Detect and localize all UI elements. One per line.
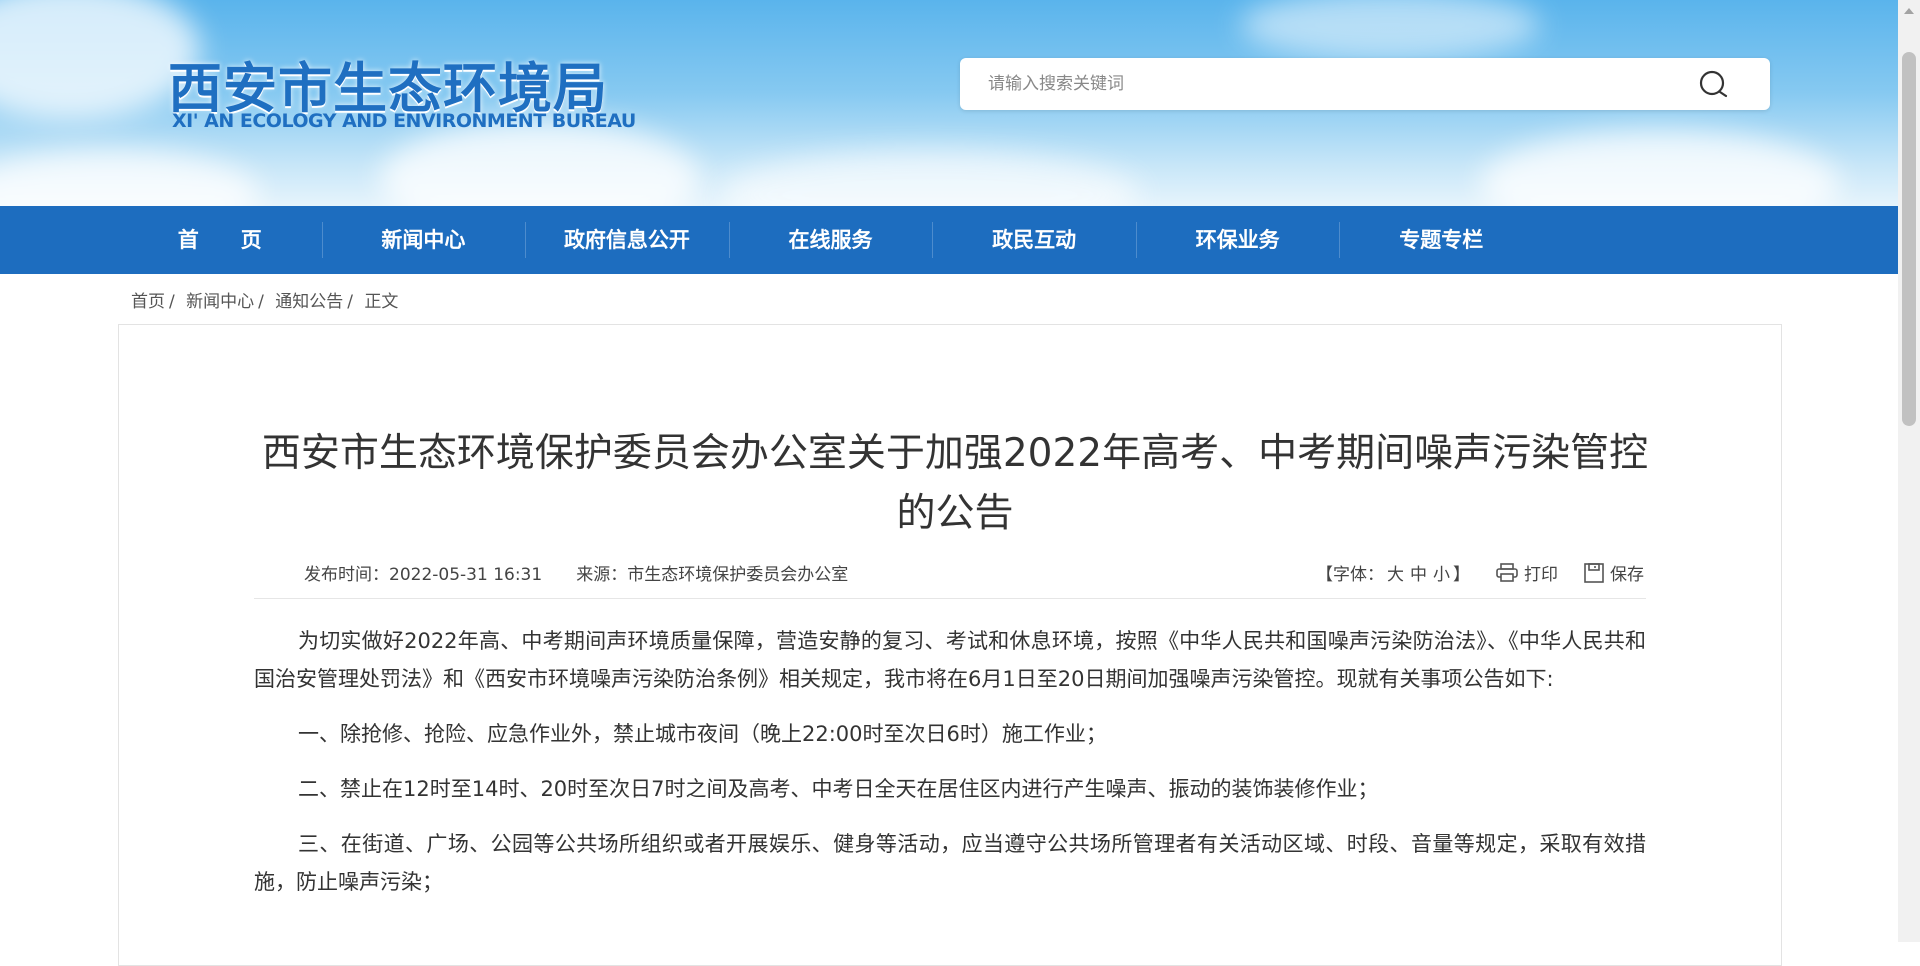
breadcrumb-current: 正文 xyxy=(364,292,399,312)
cloud-decoration xyxy=(380,120,700,206)
nav-item-online-service[interactable]: 在线服务 xyxy=(728,206,933,274)
site-header: 西安市生态环境局 XI' AN ECOLOGY AND ENVIRONMENT … xyxy=(0,0,1898,206)
cloud-decoration xyxy=(720,150,1140,206)
nav-item-env-business[interactable]: 环保业务 xyxy=(1135,206,1340,274)
search-input[interactable] xyxy=(960,58,1688,110)
publish-time-label: 发布时间： xyxy=(304,565,389,585)
article-tools: 【字体：大中小】 打印 保存 xyxy=(1316,560,1644,585)
print-label: 打印 xyxy=(1524,565,1558,585)
source-label: 来源： xyxy=(576,565,628,585)
meta-divider xyxy=(254,598,1646,599)
breadcrumb-separator: / xyxy=(169,292,175,312)
scroll-up-arrow[interactable] xyxy=(1904,8,1914,14)
article-paragraph: 为切实做好2022年高、中考期间声环境质量保障，营造安静的复习、考试和休息环境，… xyxy=(254,629,1646,691)
breadcrumb-separator: / xyxy=(347,292,354,312)
nav-item-home[interactable]: 首 页 xyxy=(118,206,322,274)
article-title: 西安市生态环境保护委员会办公室关于加强2022年高考、中考期间噪声污染管控的公告 xyxy=(261,431,1649,537)
font-size-medium[interactable]: 中 xyxy=(1410,565,1427,585)
search-button[interactable] xyxy=(1698,69,1730,101)
breadcrumb: 首页 / 新闻中心 / 通知公告 / 正文 xyxy=(131,287,398,312)
nav-item-news-center[interactable]: 新闻中心 xyxy=(321,206,526,274)
site-logo-subtitle: XI' AN ECOLOGY AND ENVIRONMENT BUREAU xyxy=(172,110,636,132)
article-paragraph: 三、在街道、广场、公园等公共场所组织或者开展娱乐、健身等活动，应当遵守公共场所管… xyxy=(254,832,1646,894)
nav-item-interaction[interactable]: 政民互动 xyxy=(932,206,1136,274)
main-nav: 首 页 新闻中心 政府信息公开 在线服务 政民互动 环保业务 专题专栏 xyxy=(0,206,1898,274)
save-button[interactable]: 保存 xyxy=(1584,560,1644,585)
font-size-label: 【字体： xyxy=(1316,565,1384,585)
search-box xyxy=(960,58,1770,110)
font-size-bracket: 】 xyxy=(1453,565,1470,585)
save-label: 保存 xyxy=(1610,565,1644,585)
cloud-decoration xyxy=(0,150,260,206)
cloud-decoration xyxy=(1240,0,1540,60)
breadcrumb-news-center[interactable]: 新闻中心 xyxy=(186,292,254,312)
font-size-small[interactable]: 小 xyxy=(1433,565,1450,585)
breadcrumb-notices[interactable]: 通知公告 xyxy=(275,292,343,312)
article-body: 为切实做好2022年高、中考期间声环境质量保障，营造安静的复习、考试和休息环境，… xyxy=(254,622,1646,918)
article-meta: 发布时间：2022-05-31 16:31 来源：市生态环境保护委员会办公室 xyxy=(304,560,848,585)
breadcrumb-separator: / xyxy=(258,292,264,312)
search-icon xyxy=(1699,70,1728,98)
article-source: 市生态环境保护委员会办公室 xyxy=(627,565,849,585)
print-button[interactable]: 打印 xyxy=(1496,560,1558,585)
save-icon xyxy=(1584,562,1604,583)
cloud-decoration xyxy=(1480,130,1840,206)
printer-icon xyxy=(1496,562,1518,582)
scroll-thumb[interactable] xyxy=(1902,52,1916,426)
breadcrumb-home[interactable]: 首页 xyxy=(131,292,165,312)
article-paragraph: 二、禁止在12时至14时、20时至次日7时之间及高考、中考日全天在居住区内进行产… xyxy=(298,777,1379,801)
publish-time: 2022-05-31 16:31 xyxy=(389,565,543,585)
font-size-selector: 【字体：大中小】 xyxy=(1316,560,1470,585)
article-paragraph: 一、除抢修、抢险、应急作业外，禁止城市夜间（晚上22:00时至次日6时）施工作业… xyxy=(298,722,1107,746)
nav-item-special-topics[interactable]: 专题专栏 xyxy=(1339,206,1543,274)
page-scrollbar[interactable] xyxy=(1898,0,1920,942)
nav-item-gov-info[interactable]: 政府信息公开 xyxy=(525,206,729,274)
font-size-large[interactable]: 大 xyxy=(1387,565,1404,585)
